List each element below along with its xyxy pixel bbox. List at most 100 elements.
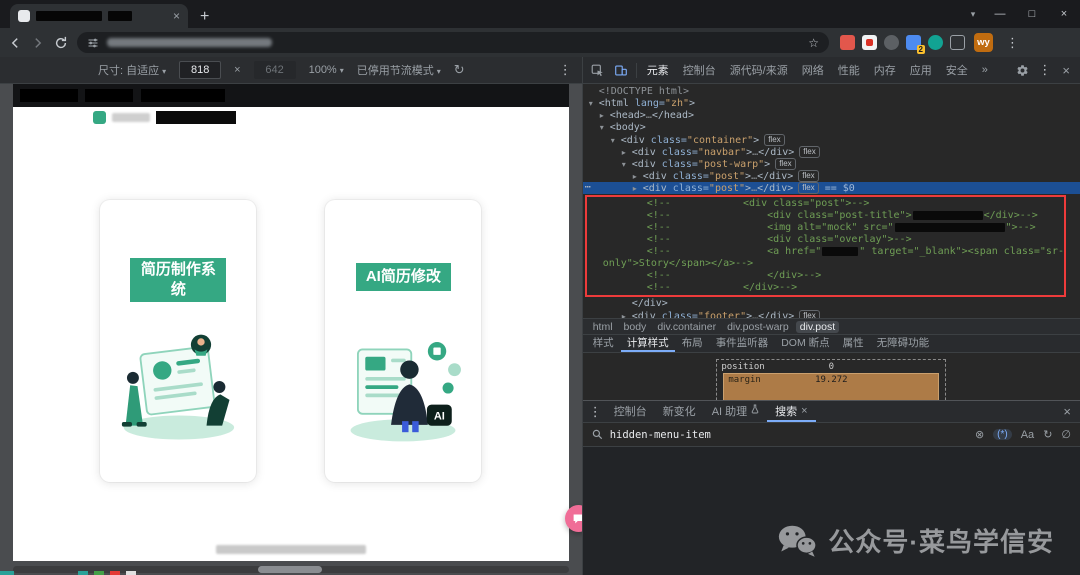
devtools-panel-tab[interactable]: 控制台 [676, 57, 723, 83]
expand-arrow-icon[interactable]: ▾ [589, 98, 599, 110]
back-button[interactable] [8, 36, 22, 50]
flex-badge[interactable]: flex [798, 182, 819, 194]
elements-tree-row-selected[interactable]: ⋯ ▸ <div class="post">…</div> flex == $0 [582, 182, 1080, 195]
profile-avatar[interactable]: wy [974, 33, 993, 52]
chat-float-button[interactable] [565, 505, 582, 532]
styles-sidebar-tab[interactable]: 属性 [837, 335, 870, 352]
breadcrumb-item[interactable]: div.post-warp [723, 321, 793, 333]
browser-menu-icon[interactable]: ⋮ [1002, 35, 1023, 51]
styles-sidebar-tab[interactable]: 无障碍功能 [871, 335, 936, 352]
styles-sidebar-tab[interactable]: DOM 断点 [775, 335, 835, 352]
elements-tree-row[interactable]: ▾ <div class="container"> flex [583, 134, 1080, 146]
elements-tree-comment-row[interactable]: <!-- <img alt="mock" src=" ">--> [587, 222, 1064, 234]
tab-search-icon[interactable]: ▾ [962, 9, 984, 20]
throttling-select[interactable]: 已停用节流模式 ▾ [357, 62, 441, 78]
breadcrumb-item[interactable]: div.post [795, 320, 840, 333]
extensions-puzzle-icon[interactable] [950, 35, 965, 50]
inspect-element-icon[interactable] [586, 64, 609, 77]
close-button[interactable]: × [1048, 8, 1080, 20]
card-ai-resume[interactable]: AI简历修改 AI [325, 200, 482, 482]
expand-arrow-icon[interactable]: ▸ [633, 183, 643, 195]
extension-icon[interactable] [928, 35, 943, 50]
flex-badge[interactable]: flex [799, 146, 820, 158]
site-info-icon[interactable] [87, 37, 99, 49]
elements-tree-row[interactable]: ▸ <div class="footer">…</div> flex [583, 310, 1080, 318]
minimize-button[interactable]: — [984, 8, 1016, 20]
elements-tree-row[interactable]: ▸ <head>…</head> [583, 110, 1080, 122]
styles-sidebar-tab[interactable]: 计算样式 [620, 335, 675, 352]
elements-tree-row[interactable]: ▾ <div class="post-warp"> flex [583, 158, 1080, 170]
elements-tree-row[interactable]: ▾ <body> [583, 122, 1080, 134]
address-bar[interactable]: ☆ [77, 32, 829, 53]
drawer-close-icon[interactable]: × [1056, 404, 1078, 419]
expand-arrow-icon[interactable]: ▸ [622, 311, 632, 318]
elements-tree-comment-row[interactable]: <!-- </div>--> [587, 282, 1064, 294]
drawer-tab[interactable]: 控制台 [606, 401, 655, 422]
extension-icon[interactable] [884, 35, 899, 50]
more-panels-chevron[interactable]: » [975, 57, 995, 83]
regex-toggle[interactable]: (*) [993, 429, 1012, 440]
devtools-panel-tab[interactable]: 安全 [939, 57, 975, 83]
maximize-button[interactable]: □ [1016, 8, 1048, 20]
elements-tree-row[interactable]: ▾ <html lang="zh"> [583, 98, 1080, 110]
box-model-diagram[interactable]: position 0 margin 19.272 [716, 359, 947, 400]
breadcrumb-item[interactable]: html [589, 321, 617, 333]
devtools-panel-tab[interactable]: 内存 [867, 57, 903, 83]
devtools-menu-icon[interactable]: ⋮ [1034, 62, 1055, 78]
styles-sidebar-tab[interactable]: 布局 [676, 335, 709, 352]
elements-tree-row[interactable]: <!DOCTYPE html> [583, 86, 1080, 98]
styles-sidebar-tab[interactable]: 样式 [587, 335, 620, 352]
zoom-select[interactable]: 100% ▾ [309, 64, 344, 76]
reload-button[interactable] [54, 36, 68, 50]
elements-tree-comment-row[interactable]: <!-- <div class="post-title"> </div>--> [587, 210, 1064, 222]
match-case-toggle[interactable]: Aa [1021, 429, 1034, 441]
tab-close-icon[interactable]: × [173, 10, 180, 22]
extension-icon[interactable] [840, 35, 855, 50]
devtools-panel-tab[interactable]: 网络 [795, 57, 831, 83]
elements-tree-row[interactable]: ▸ <div class="post">…</div> flex [583, 170, 1080, 182]
drawer-menu-icon[interactable]: ⋮ [585, 404, 606, 420]
rotate-device-icon[interactable]: ↻ [454, 62, 465, 78]
extension-icon[interactable] [862, 35, 877, 50]
breadcrumb-item[interactable]: body [620, 321, 651, 333]
device-size-select[interactable]: 尺寸: 自适应 ▾ [98, 62, 166, 78]
devtools-panel-tab[interactable]: 性能 [831, 57, 867, 83]
device-width-input[interactable]: 818 [179, 61, 222, 79]
elements-tree-row[interactable]: </div> [583, 298, 1080, 310]
clear-input-icon[interactable]: ⊗ [975, 428, 984, 441]
drawer-tab[interactable]: AI 助理 [704, 401, 767, 422]
browser-tab[interactable]: × [10, 4, 188, 28]
elements-tree-comment-row[interactable]: <!-- <div class="post">--> [587, 198, 1064, 210]
clear-results-icon[interactable]: ∅ [1061, 428, 1071, 441]
devtools-panel-tab[interactable]: 元素 [640, 57, 676, 83]
margin-box[interactable]: margin 19.272 [723, 373, 940, 400]
flex-badge[interactable]: flex [775, 158, 796, 170]
breadcrumb-item[interactable]: div.container [653, 321, 720, 333]
styles-sidebar-tab[interactable]: 事件监听器 [710, 335, 775, 352]
scrollbar-thumb[interactable] [257, 566, 322, 573]
flex-badge[interactable]: flex [798, 170, 819, 182]
devtools-close-icon[interactable]: × [1055, 63, 1077, 78]
forward-button[interactable] [31, 36, 45, 50]
device-toolbar-menu-icon[interactable]: ⋮ [555, 62, 576, 78]
flex-badge[interactable]: flex [799, 310, 820, 318]
card-resume-builder[interactable]: 简历制作系统 [100, 200, 257, 482]
drawer-tab[interactable]: 新变化 [655, 401, 704, 422]
extension-icon[interactable]: 2 [906, 35, 925, 54]
elements-tree-comment-row[interactable]: only">Story</span></a>--> [587, 258, 1064, 270]
devtools-panel-tab[interactable]: 源代码/来源 [723, 57, 795, 83]
devtools-panel-tab[interactable]: 应用 [903, 57, 939, 83]
node-menu-icon[interactable]: ⋯ [585, 182, 591, 194]
expand-arrow-icon[interactable]: ▸ [600, 110, 610, 122]
close-tab-icon[interactable]: × [801, 405, 807, 417]
elements-tree-comment-row[interactable]: <!-- </div>--> [587, 270, 1064, 282]
expand-arrow-icon[interactable]: ▾ [600, 122, 610, 134]
elements-tree-comment-row[interactable]: <!-- <div class="overlay">--> [587, 234, 1064, 246]
bookmark-star-icon[interactable]: ☆ [808, 36, 819, 50]
device-height-input[interactable]: 642 [253, 61, 296, 79]
flex-badge[interactable]: flex [764, 134, 785, 146]
drawer-tab[interactable]: 搜索 × [767, 401, 816, 422]
refresh-icon[interactable]: ↻ [1043, 428, 1052, 441]
elements-tree-comment-row[interactable]: <!-- <a href=" " target="_blank"><span cl… [587, 246, 1064, 258]
new-tab-button[interactable]: + [200, 9, 209, 25]
